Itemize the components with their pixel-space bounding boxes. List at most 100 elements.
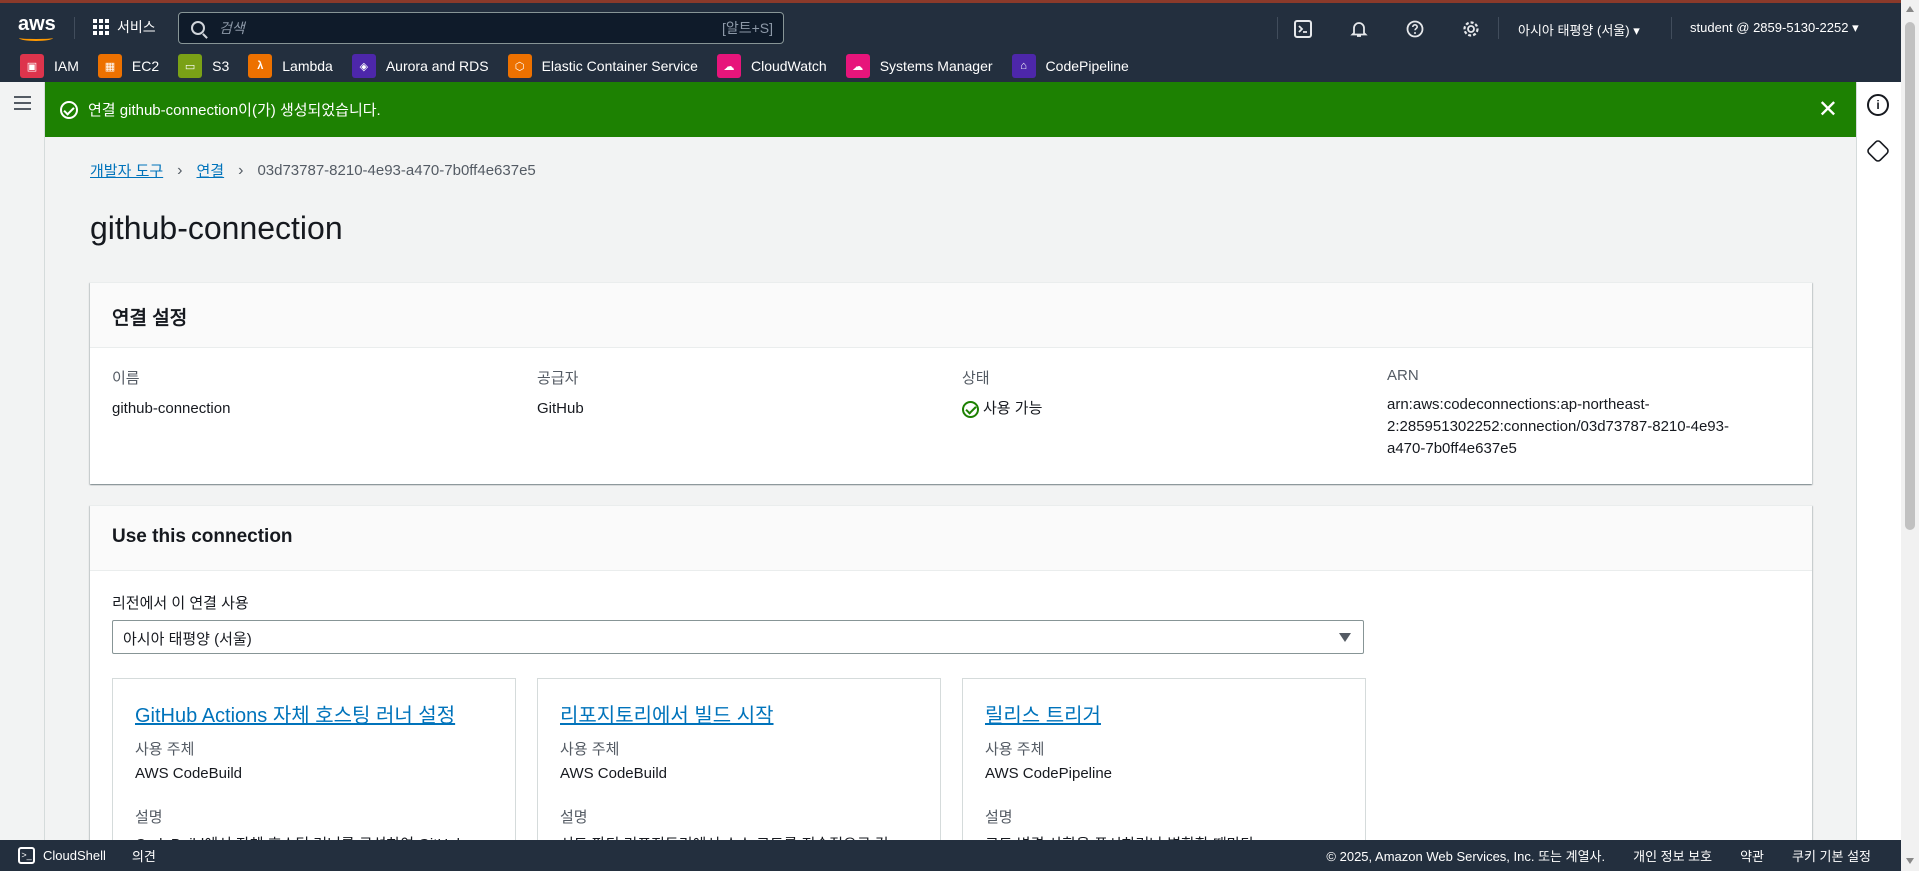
arn-value-line2: 2:285951302252:connection/03d73787-8210-… (1387, 418, 1729, 435)
provider-label: 공급자 (537, 370, 579, 387)
scroll-up-icon[interactable] (1906, 6, 1914, 12)
arn-label: ARN (1387, 367, 1419, 384)
favorite-aurora-rds[interactable]: ◈ Aurora and RDS (351, 54, 489, 78)
favorite-label: Systems Manager (879, 58, 993, 74)
check-circle-icon (962, 400, 979, 418)
favorite-ec2[interactable]: ▦ EC2 (97, 54, 160, 78)
scrollbar[interactable] (1901, 0, 1919, 871)
favorite-cloudwatch[interactable]: ☁ CloudWatch (716, 54, 827, 78)
status-value: 사용 가능 (983, 400, 1043, 417)
card-title-link[interactable]: 릴리스 트리거 (985, 699, 1343, 728)
used-by-value: AWS CodeBuild (135, 765, 242, 782)
region-select-value: 아시아 태평양 (서울) (123, 631, 252, 648)
arn-field: ARN arn:aws:codeconnections:ap-northeast… (1387, 367, 1729, 460)
breadcrumb-developer-tools[interactable]: 개발자 도구 (90, 160, 163, 181)
region-selector[interactable]: 아시아 태평양 (서울) ▾ (1518, 20, 1640, 39)
scrollbar-thumb[interactable] (1905, 22, 1915, 530)
top-navigation: aws 서비스 검색 [알트+S] 아시아 태평양 (서울) ▾ student… (0, 0, 1901, 50)
codepipeline-icon: ⌂ (1011, 54, 1036, 78)
aws-logo[interactable]: aws (18, 13, 56, 41)
grid-icon (93, 19, 109, 35)
search-shortcut: [알트+S] (721, 20, 773, 36)
privacy-link[interactable]: 개인 정보 보호 (1633, 846, 1712, 865)
favorite-ecs[interactable]: ⬡ Elastic Container Service (507, 54, 698, 78)
gear-icon[interactable] (1460, 20, 1482, 43)
description-label: 설명 (560, 809, 588, 826)
name-field: 이름 github-connection (112, 367, 230, 420)
cookie-preferences-link[interactable]: 쿠키 기본 설정 (1792, 846, 1871, 865)
favorite-label: EC2 (131, 58, 160, 74)
caret-down-icon: ▾ (1633, 23, 1640, 38)
name-label: 이름 (112, 370, 140, 387)
iam-icon: ▣ (20, 54, 44, 78)
used-by-label: 사용 주체 (135, 741, 195, 758)
page-title: github-connection (90, 210, 343, 246)
scroll-down-icon[interactable] (1906, 858, 1914, 864)
status-label: 상태 (962, 370, 990, 387)
divider (74, 17, 75, 39)
breadcrumb-connections[interactable]: 연결 (197, 160, 225, 181)
cloudshell-icon[interactable] (1292, 20, 1314, 43)
search-icon (191, 21, 205, 35)
caret-down-icon: ▾ (1852, 20, 1859, 35)
name-value: github-connection (112, 400, 231, 417)
account-label: student @ 2859-5130-2252 (1690, 20, 1849, 35)
panel-heading: 연결 설정 (90, 283, 1812, 348)
feedback-link[interactable]: 의견 (132, 846, 156, 865)
account-menu[interactable]: student @ 2859-5130-2252 ▾ (1690, 20, 1859, 36)
lambda-icon: λ (248, 54, 273, 78)
card-release-trigger: 릴리스 트리거 사용 주체 AWS CodePipeline 설명 코드 변경 … (962, 678, 1366, 853)
left-rail (0, 82, 45, 840)
card-title-link[interactable]: GitHub Actions 자체 호스팅 러너 설정 (135, 699, 493, 728)
panel-heading: Use this connection (90, 506, 1812, 571)
region-select[interactable]: 아시아 태평양 (서울) (112, 620, 1364, 654)
close-icon[interactable]: ✕ (1818, 97, 1838, 122)
terminal-icon: >_ (18, 847, 35, 864)
chevron-right-icon: › (238, 161, 244, 179)
cloudshell-label: CloudShell (43, 848, 106, 863)
used-by-value: AWS CodePipeline (985, 765, 1113, 782)
used-by-label: 사용 주체 (985, 741, 1045, 758)
favorite-lambda[interactable]: λ Lambda (248, 54, 333, 78)
caret-down-icon (1339, 633, 1351, 642)
bell-icon[interactable] (1348, 20, 1370, 43)
info-icon[interactable]: i (1867, 94, 1889, 116)
favorite-label: Aurora and RDS (385, 58, 489, 74)
favorite-systems-manager[interactable]: ☁ Systems Manager (845, 54, 993, 78)
terms-link[interactable]: 약관 (1740, 846, 1764, 865)
s3-icon: ▭ (178, 54, 203, 78)
arn-value-line3: a470-7b0ff4e637e5 (1387, 440, 1517, 457)
rds-icon: ◈ (351, 54, 376, 78)
services-menu-button[interactable]: 서비스 (93, 17, 156, 37)
favorite-label: Elastic Container Service (541, 58, 698, 74)
status-field: 상태 사용 가능 (962, 367, 1042, 420)
description-label: 설명 (985, 809, 1013, 826)
favorite-s3[interactable]: ▭ S3 (178, 54, 229, 78)
provider-value: GitHub (537, 400, 584, 417)
ecs-icon: ⬡ (507, 54, 532, 78)
provider-field: 공급자 GitHub (537, 367, 584, 420)
success-icon (60, 100, 78, 119)
aws-logo-text: aws (18, 13, 56, 35)
card-title-link[interactable]: 리포지토리에서 빌드 시작 (560, 699, 918, 728)
breadcrumb-current: 03d73787-8210-4e93-a470-7b0ff4e637e5 (257, 162, 536, 179)
help-icon[interactable] (1404, 20, 1426, 43)
card-start-build: 리포지토리에서 빌드 시작 사용 주체 AWS CodeBuild 설명 서드 … (537, 678, 941, 853)
ssm-icon: ☁ (845, 54, 870, 78)
cloudshell-button[interactable]: >_ CloudShell (18, 847, 106, 864)
breadcrumb: 개발자 도구 › 연결 › 03d73787-8210-4e93-a470-7b… (90, 160, 536, 181)
search-input[interactable]: 검색 [알트+S] (178, 12, 784, 44)
description-label: 설명 (135, 809, 163, 826)
favorite-iam[interactable]: ▣ IAM (20, 54, 79, 78)
menu-icon[interactable] (14, 96, 31, 114)
ec2-icon: ▦ (97, 54, 122, 78)
favorites-bar: ▣ IAM ▦ EC2 ▭ S3 λ Lambda ◈ Aurora and RDS ⬡ E… (0, 50, 1901, 82)
divider (1277, 17, 1278, 39)
flash-message: 연결 github-connection이(가) 생성되었습니다. (88, 102, 381, 119)
region-label: 아시아 태평양 (서울) (1518, 23, 1630, 38)
status-badge: 사용 가능 (962, 398, 1042, 420)
favorite-codepipeline[interactable]: ⌂ CodePipeline (1011, 54, 1129, 78)
footer: >_ CloudShell 의견 © 2025, Amazon Web Serv… (0, 840, 1901, 871)
divider (1671, 17, 1672, 39)
copyright-text: © 2025, Amazon Web Services, Inc. 또는 계열사… (1326, 849, 1606, 864)
